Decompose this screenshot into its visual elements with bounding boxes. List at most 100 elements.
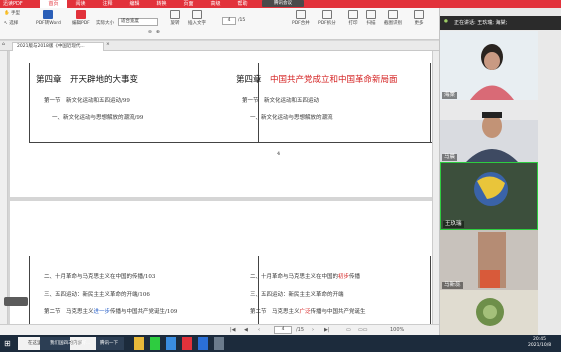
file-explorer-icon[interactable] [134,337,144,350]
meeting-panel: ● 正在讲话: 王玖瑞; 海棠; 海棠 马晨 王玖瑞 马新蕊 [439,8,561,335]
participant-name: 马晨 [442,154,458,161]
zoom-out-icon[interactable]: ⊖ [148,30,152,35]
row-left-1: 二、十月革命与马克思主义在中国的传播/103 [44,274,156,280]
taskbar: ⊞ 在这里输入你要搜索的内容 我们国四三目的好... 腾讯一下 20:45 20… [0,335,561,352]
participant-tile[interactable]: 海棠 [440,31,538,100]
status-bar: |◀ ◀ ‹ 4 /15 › ▶| ▭ ▭▭ 100% [0,324,439,335]
home-tab-icon[interactable]: ⌂ [2,42,5,47]
double-page-view-icon[interactable]: ▭▭ [358,326,367,334]
scan-icon [366,10,376,19]
participant-video [440,290,538,335]
chapter-title-right: 第四章 中国共产党成立和中国革命新局面 [236,75,398,85]
task-window-label: 我们国四三目的好... [50,341,91,346]
print-button[interactable]: 打印 [348,10,358,26]
more-icon [414,10,424,19]
page-number-input[interactable]: 4 [222,17,236,25]
menu-page[interactable]: 页面 [175,0,202,8]
document-page: 二、十月革命与马克思主义在中国的传播/103 三、五四运动：新民主主义革命的开端… [10,201,432,324]
row-right-3: 第二节 马克思主义广泛传播与中国共产党诞生 [250,309,366,315]
page-total: /15 [238,18,246,23]
participant-name: 王玖瑞 [443,221,464,228]
pdf-to-word-button[interactable]: PDF转Word [36,10,61,26]
edit-pdf-button[interactable]: 编辑PDF [72,10,90,26]
word-icon [43,10,54,19]
chapter-title-left: 第四章 开天辟地的大事变 [36,75,139,85]
menu-edit[interactable]: 编辑 [121,0,148,8]
app-name: 迅读PDF [3,1,23,7]
hand-tool-button[interactable]: ✋ 手型 [4,10,20,16]
row-left-3: 第二节 马克思主义进一步传播与中国共产党诞生/109 [44,309,178,315]
ocr-button[interactable]: 扫描 [366,10,376,26]
zoom-percent: 100% [390,327,405,333]
speaker-bar: ● 正在讲话: 王玖瑞; 海棠; [440,16,561,30]
participant-tile-active[interactable]: 王玖瑞 [440,162,538,230]
wechat-icon[interactable] [150,337,160,350]
windows-start-icon[interactable]: ⊞ [4,337,14,350]
insert-text-button[interactable]: 插入文字 [188,10,206,26]
app-icon[interactable] [214,337,224,350]
menu-home[interactable]: 首页 [40,0,67,8]
menu-advanced[interactable]: 高级 [202,0,229,8]
main-menu: 首页 阅读 注释 编辑 转换 页面 高级 帮助 [40,0,256,8]
participant-tile[interactable]: 马新蕊 [440,230,538,290]
menu-read[interactable]: 阅读 [67,0,94,8]
prev-icon[interactable]: ‹ [258,326,260,334]
row-left-2: 三、五四运动：新民主主义革命的开端/106 [44,292,150,298]
page-number: 4 [277,151,281,157]
menu-help[interactable]: 帮助 [229,0,256,8]
meeting-indicator[interactable]: 腾讯会议 [262,0,304,7]
microphone-icon: ● [444,19,448,24]
menu-convert[interactable]: 转换 [148,0,175,8]
browser-icon[interactable] [166,337,176,350]
vertical-scrollbar[interactable] [432,51,439,324]
menu-annotate[interactable]: 注释 [94,0,121,8]
section-left: 第一节 新文化运动和五四运动/99 [44,98,130,104]
actual-size-button[interactable]: 实际大小 [96,20,114,26]
participant-video [440,230,538,290]
insert-text-icon [192,10,202,19]
pdf-merge-button[interactable]: PDF合并 [292,10,310,26]
highlight-red: 初步 [338,274,350,280]
first-page-icon[interactable]: |◀ [230,326,236,334]
speaking-indicator: 正在讲话: 王玖瑞; 海棠; [454,20,508,26]
split-icon [321,10,332,19]
document-tab[interactable]: 2021版与2018版《中国近现代... [12,42,104,51]
participant-tile[interactable]: 马晨 [440,100,538,162]
last-page-icon[interactable]: ▶| [324,326,330,334]
prev-page-icon[interactable]: ◀ [244,326,248,334]
highlight-blue: 进一步 [93,309,111,315]
screenshot-ocr-button[interactable]: 截图识别 [384,10,402,26]
more-button[interactable]: 更多 [414,10,424,26]
zoom-in-icon[interactable]: ⊕ [156,30,160,35]
participant-name: 马新蕊 [442,282,463,289]
pdf-app-icon[interactable] [182,337,192,350]
participant-name: 海棠 [442,92,458,99]
next-icon[interactable]: › [312,326,314,334]
left-sidebar [0,51,8,324]
edit-pdf-icon [75,10,86,19]
participant-video [440,100,538,162]
rotate-button[interactable]: 旋转 [170,10,180,26]
printer-icon [348,10,358,19]
participant-tile[interactable] [440,290,538,335]
single-page-view-icon[interactable]: ▭ [346,326,351,334]
close-tab-icon[interactable]: × [106,42,110,47]
toolbar: ✋ 手型 ↖ 选择 PDF转Word 编辑PDF 实际大小 适合宽度 ⊖ ⊕ 旋… [0,8,439,40]
pdf-split-button[interactable]: PDF拆分 [318,10,336,26]
status-page-input[interactable]: 4 [274,326,292,334]
row-right-2: 三、五四运动：新民主主义革命的开端 [250,292,344,298]
hand-icon: ✋ [4,11,10,16]
zoom-select[interactable]: 适合宽度 [118,18,158,26]
item-left: 一、新文化运动与思想解放的潮流/99 [52,115,144,121]
section-right: 第一节 新文化运动和五四运动 [242,98,320,104]
task-app-label: 腾讯一下 [100,341,118,346]
cursor-icon: ↖ [4,21,8,26]
chapter-title-highlight: 中国共产党成立和中国革命新局面 [270,75,398,85]
floating-toolbar[interactable] [4,297,28,306]
merge-icon [295,10,306,19]
select-tool-button[interactable]: ↖ 选择 [4,20,18,26]
title-bar: 迅读PDF 首页 阅读 注释 编辑 转换 页面 高级 帮助 腾讯会议 [0,0,561,8]
row-right-1: 二、十月革命与马克思主义在中国的初步传播 [250,274,361,280]
meeting-app-icon[interactable] [198,337,208,350]
status-page-total: /15 [296,327,305,333]
